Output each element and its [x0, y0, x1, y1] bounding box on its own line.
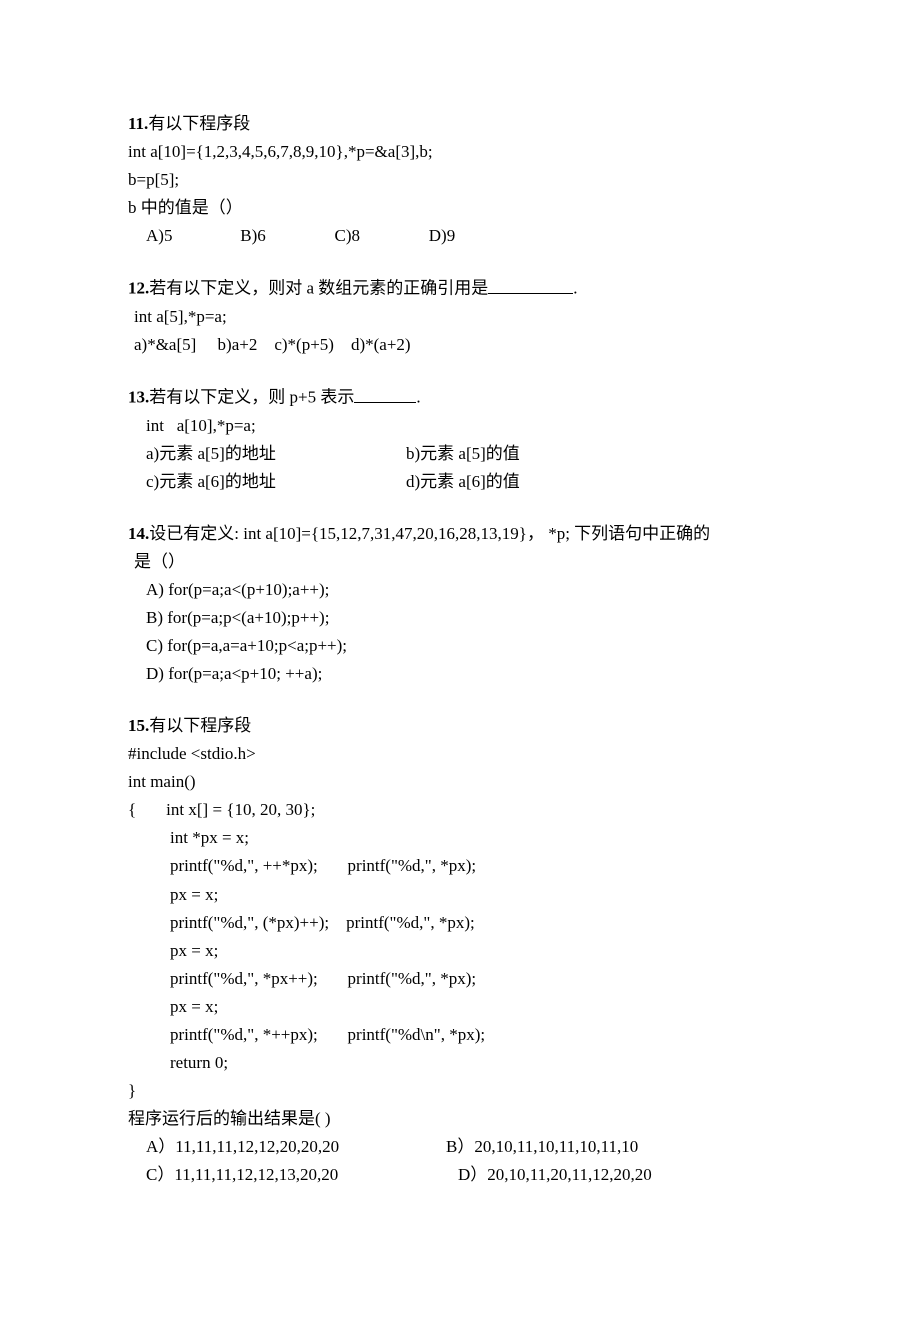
q11-prompt: b 中的值是（）	[128, 194, 800, 222]
q15-opt-a: A）11,11,11,12,12,20,20,20	[146, 1133, 446, 1161]
q15-result-prompt: 程序运行后的输出结果是( )	[128, 1105, 800, 1133]
q15-code-main: int main()	[128, 768, 800, 796]
q13-title-b: .	[416, 388, 420, 407]
q11-opt-b: B)6	[240, 222, 330, 250]
q15-title: 有以下程序段	[149, 716, 251, 735]
q12-title-a: 若有以下定义，则对 a 数组元素的正确引用是	[149, 279, 488, 298]
q11-opt-a: A)5	[146, 222, 236, 250]
q15-code-brace-open-line: { int x[] = {10, 20, 30};	[128, 796, 800, 824]
q15-heading: 15.有以下程序段	[128, 712, 800, 740]
q13-opt-b: b)元素 a[5]的值	[406, 440, 800, 468]
question-15: 15.有以下程序段 #include <stdio.h> int main() …	[128, 712, 800, 1189]
q14-title-a: 设已有定义: int a[10]={15,12,7,31,47,20,16,28…	[149, 524, 710, 543]
q13-title-a: 若有以下定义，则 p+5 表示	[149, 388, 354, 407]
q14-opt-a: A) for(p=a;a<(p+10);a++);	[128, 576, 800, 604]
q14-opt-d: D) for(p=a;a<p+10; ++a);	[128, 660, 800, 688]
q15-reset-2: px = x;	[128, 937, 800, 965]
q15-decl-x: int x[] = {10, 20, 30};	[166, 800, 315, 819]
q11-opt-d: D)9	[429, 222, 455, 250]
q12-heading: 12.若有以下定义，则对 a 数组元素的正确引用是.	[128, 274, 800, 303]
q13-opt-d: d)元素 a[6]的值	[406, 468, 800, 496]
q15-code-include: #include <stdio.h>	[128, 740, 800, 768]
q15-return: return 0;	[128, 1049, 800, 1077]
question-13: 13.若有以下定义，则 p+5 表示. int a[10],*p=a; a)元素…	[128, 383, 800, 496]
q15-opt-d: D）20,10,11,20,11,12,20,20	[446, 1161, 800, 1189]
q11-code-line-2: b=p[5];	[128, 166, 800, 194]
q13-options-row2: c)元素 a[6]的地址 d)元素 a[6]的值	[128, 468, 800, 496]
q13-code-line: int a[10],*p=a;	[128, 412, 800, 440]
q14-opt-b: B) for(p=a;p<(a+10);p++);	[128, 604, 800, 632]
q11-title: 有以下程序段	[148, 114, 250, 133]
q13-num: 13.	[128, 388, 149, 407]
q15-options-row1: A）11,11,11,12,12,20,20,20 B）20,10,11,10,…	[128, 1133, 800, 1161]
q11-heading: 11.有以下程序段	[128, 110, 800, 138]
document-page: 11.有以下程序段 int a[10]={1,2,3,4,5,6,7,8,9,1…	[0, 0, 920, 1333]
q15-printf-3: printf("%d,", *px++); printf("%d,", *px)…	[128, 965, 800, 993]
q12-blank	[488, 274, 573, 294]
question-11: 11.有以下程序段 int a[10]={1,2,3,4,5,6,7,8,9,1…	[128, 110, 800, 250]
q12-num: 12.	[128, 279, 149, 298]
q12-options: a)*&a[5] b)a+2 c)*(p+5) d)*(a+2)	[128, 331, 800, 359]
q14-opt-c: C) for(p=a,a=a+10;p<a;p++);	[128, 632, 800, 660]
q15-decl-px: int *px = x;	[128, 824, 800, 852]
q15-printf-1: printf("%d,", ++*px); printf("%d,", *px)…	[128, 852, 800, 880]
q13-opt-c: c)元素 a[6]的地址	[146, 468, 406, 496]
q15-brace-close: }	[128, 1077, 800, 1105]
q15-printf-2: printf("%d,", (*px)++); printf("%d,", *p…	[128, 909, 800, 937]
q14-heading-line2: 是（）	[128, 548, 800, 576]
q13-opt-a: a)元素 a[5]的地址	[146, 440, 406, 468]
q11-opt-c: C)8	[335, 222, 425, 250]
q15-printf-4: printf("%d,", *++px); printf("%d\n", *px…	[128, 1021, 800, 1049]
q15-opt-c: C）11,11,11,12,12,13,20,20	[146, 1161, 446, 1189]
q15-num: 15.	[128, 716, 149, 735]
q14-heading-line1: 14.设已有定义: int a[10]={15,12,7,31,47,20,16…	[128, 520, 800, 548]
q12-title-b: .	[573, 279, 577, 298]
q12-code-line: int a[5],*p=a;	[128, 303, 800, 331]
q11-options: A)5 B)6 C)8 D)9	[128, 222, 800, 250]
q15-options-row2: C）11,11,11,12,12,13,20,20 D）20,10,11,20,…	[128, 1161, 800, 1189]
question-12: 12.若有以下定义，则对 a 数组元素的正确引用是. int a[5],*p=a…	[128, 274, 800, 359]
q15-reset-3: px = x;	[128, 993, 800, 1021]
q13-options-row1: a)元素 a[5]的地址 b)元素 a[5]的值	[128, 440, 800, 468]
q15-opt-b: B）20,10,11,10,11,10,11,10	[446, 1133, 800, 1161]
q13-blank	[354, 383, 416, 403]
q11-num: 11.	[128, 114, 148, 133]
q15-brace-open: {	[128, 800, 136, 819]
q11-code-line-1: int a[10]={1,2,3,4,5,6,7,8,9,10},*p=&a[3…	[128, 138, 800, 166]
q15-reset-1: px = x;	[128, 881, 800, 909]
question-14: 14.设已有定义: int a[10]={15,12,7,31,47,20,16…	[128, 520, 800, 688]
q14-num: 14.	[128, 524, 149, 543]
q13-heading: 13.若有以下定义，则 p+5 表示.	[128, 383, 800, 412]
